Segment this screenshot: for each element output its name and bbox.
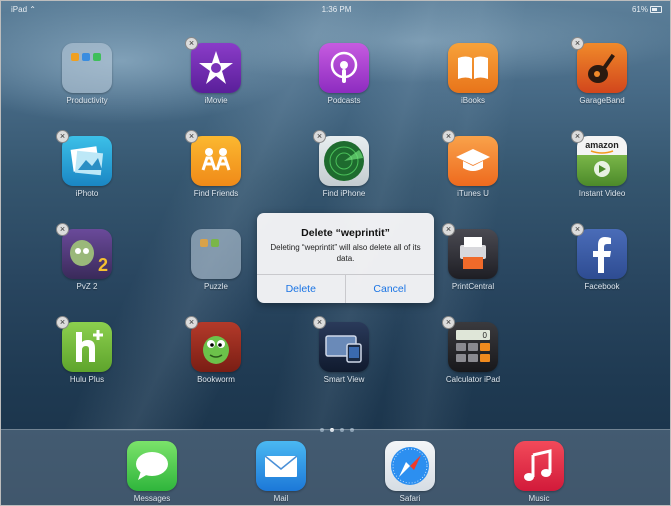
app-hulu-plus[interactable]: × Hulu Plus xyxy=(42,316,132,384)
delete-badge[interactable]: × xyxy=(442,223,455,236)
music-icon xyxy=(514,441,564,491)
battery-percent: 61% xyxy=(631,5,648,14)
app-label: Facebook xyxy=(584,282,620,291)
dock: Messages Mail Safari Music xyxy=(1,429,670,505)
app-label: iTunes U xyxy=(457,189,489,198)
app-label: iBooks xyxy=(460,96,485,105)
calc-display: 0 xyxy=(483,331,488,340)
svg-text:2: 2 xyxy=(98,255,108,275)
ipad-screen: iPad ⌃ 1:36 PM 61% Productivity × iMovie… xyxy=(0,0,671,506)
app-label: iMovie xyxy=(204,96,228,105)
app-label: Podcasts xyxy=(327,96,361,105)
amazon-wordmark: amazon xyxy=(585,140,619,150)
app-label: Safari xyxy=(399,494,421,503)
app-label: Mail xyxy=(273,494,289,503)
podcasts-icon xyxy=(319,43,369,93)
app-label: Messages xyxy=(133,494,171,503)
iphoto-icon: × xyxy=(56,130,112,186)
app-ibooks[interactable]: iBooks xyxy=(428,43,518,105)
delete-badge[interactable]: × xyxy=(442,130,455,143)
delete-badge[interactable]: × xyxy=(185,37,198,50)
app-label: Find Friends xyxy=(193,189,239,198)
calculator-icon: 0 × xyxy=(442,316,498,372)
delete-badge[interactable]: × xyxy=(313,316,326,329)
folder-icon xyxy=(191,229,241,279)
alert-buttons: Delete Cancel xyxy=(257,274,434,303)
app-label: Instant Video xyxy=(578,189,626,198)
app-itunes-u[interactable]: × iTunes U xyxy=(428,130,518,198)
app-label: GarageBand xyxy=(579,96,625,105)
dock-app-messages[interactable]: Messages xyxy=(107,441,197,503)
imovie-icon: × xyxy=(185,37,241,93)
app-podcasts[interactable]: Podcasts xyxy=(299,43,389,105)
delete-app-alert: Delete “weprintit” Deleting “weprintit” … xyxy=(257,213,434,303)
delete-badge[interactable]: × xyxy=(56,316,69,329)
app-instant-video[interactable]: amazon × Instant Video xyxy=(557,130,647,198)
status-bar: iPad ⌃ 1:36 PM 61% xyxy=(1,1,670,17)
app-label: Productivity xyxy=(66,96,108,105)
find-friends-icon: × xyxy=(185,130,241,186)
delete-button[interactable]: Delete xyxy=(257,275,346,303)
dock-app-mail[interactable]: Mail xyxy=(236,441,326,503)
clock: 1:36 PM xyxy=(321,5,352,14)
delete-badge[interactable]: × xyxy=(571,223,584,236)
app-printcentral[interactable]: × PrintCentral xyxy=(428,223,518,291)
app-garageband[interactable]: × GarageBand xyxy=(557,37,647,105)
app-label: Calculator iPad xyxy=(445,375,501,384)
smart-view-icon: × xyxy=(313,316,369,372)
hulu-plus-icon: × xyxy=(56,316,112,372)
delete-badge[interactable]: × xyxy=(185,316,198,329)
app-label: Hulu Plus xyxy=(69,375,105,384)
folder-icon xyxy=(62,43,112,93)
app-label: PvZ 2 xyxy=(76,282,98,291)
app-facebook[interactable]: × Facebook xyxy=(557,223,647,291)
app-label: Bookworm xyxy=(197,375,235,384)
messages-icon xyxy=(127,441,177,491)
app-smart-view[interactable]: × Smart View xyxy=(299,316,389,384)
cancel-button[interactable]: Cancel xyxy=(346,275,435,303)
app-find-friends[interactable]: × Find Friends xyxy=(171,130,261,198)
app-label: Find iPhone xyxy=(322,189,366,198)
dock-app-safari[interactable]: Safari xyxy=(365,441,455,503)
app-calculator-ipad[interactable]: 0 × Calculator iPad xyxy=(428,316,518,384)
app-pvz2[interactable]: 2 × PvZ 2 xyxy=(42,223,132,291)
dock-app-music[interactable]: Music xyxy=(494,441,584,503)
app-imovie[interactable]: × iMovie xyxy=(171,37,261,105)
ibooks-icon xyxy=(448,43,498,93)
app-label: iPhoto xyxy=(75,189,99,198)
delete-badge[interactable]: × xyxy=(442,316,455,329)
pvz2-icon: 2 × xyxy=(56,223,112,279)
garageband-icon: × xyxy=(571,37,627,93)
delete-badge[interactable]: × xyxy=(313,130,326,143)
facebook-icon: × xyxy=(571,223,627,279)
delete-badge[interactable]: × xyxy=(56,130,69,143)
bookworm-icon: × xyxy=(185,316,241,372)
app-puzzle[interactable]: Puzzle xyxy=(171,229,261,291)
battery-indicator: 61% xyxy=(632,5,662,14)
app-label: Smart View xyxy=(323,375,365,384)
delete-badge[interactable]: × xyxy=(56,223,69,236)
app-productivity[interactable]: Productivity xyxy=(42,43,132,105)
printcentral-icon: × xyxy=(442,223,498,279)
battery-icon xyxy=(650,6,662,14)
delete-badge[interactable]: × xyxy=(185,130,198,143)
itunes-u-icon: × xyxy=(442,130,498,186)
instant-video-icon: amazon × xyxy=(571,130,627,186)
delete-badge[interactable]: × xyxy=(571,130,584,143)
app-find-iphone[interactable]: × Find iPhone xyxy=(299,130,389,198)
delete-badge[interactable]: × xyxy=(571,37,584,50)
app-label: PrintCentral xyxy=(451,282,495,291)
app-bookworm[interactable]: × Bookworm xyxy=(171,316,261,384)
mail-icon xyxy=(256,441,306,491)
app-label: Music xyxy=(528,494,550,503)
app-iphoto[interactable]: × iPhoto xyxy=(42,130,132,198)
app-label: Puzzle xyxy=(203,282,228,291)
alert-message: Deleting “weprintit” will also delete al… xyxy=(270,243,421,263)
find-iphone-icon: × xyxy=(313,130,369,186)
alert-title: Delete “weprintit” xyxy=(301,227,390,239)
safari-icon xyxy=(385,441,435,491)
